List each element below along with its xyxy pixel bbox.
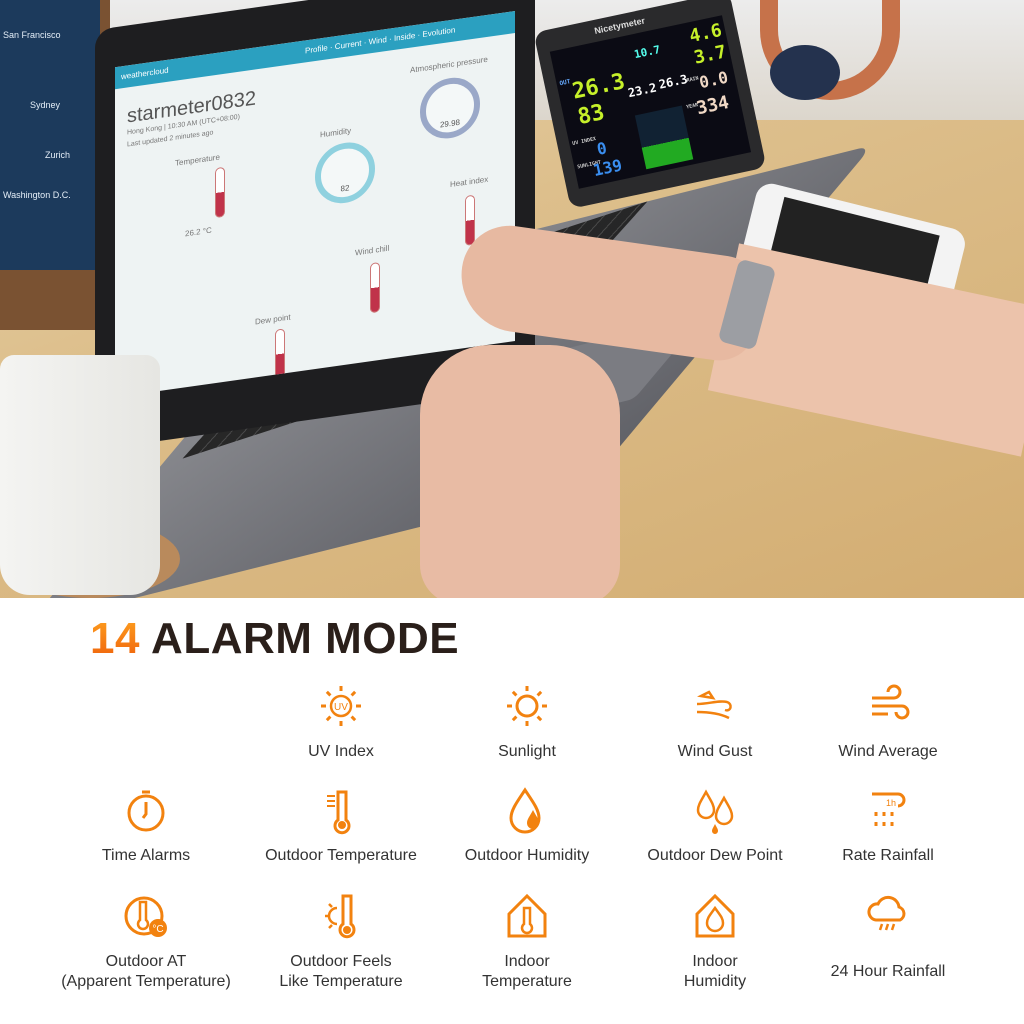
stopwatch-icon [127, 790, 165, 832]
poster-label: Sydney [30, 100, 61, 110]
alarm-mode-item: Outdoor Dew Point [620, 784, 810, 866]
alarm-mode-item: Time Alarms [51, 784, 241, 866]
station-screen: OUT 26.3 83 23.2 26.3 10.7 4.6 3.7 RAIN … [549, 15, 752, 189]
tab[interactable]: Profile [305, 43, 328, 55]
alarm-mode-item: °C Outdoor AT (Apparent Temperature) [51, 890, 241, 992]
alarm-mode-item: 24 Hour Rainfall [793, 890, 983, 982]
humidity-drop-icon [509, 787, 541, 834]
alarm-mode-label: Time Alarms [101, 847, 191, 864]
thermometer-icon [327, 790, 351, 835]
out-humidity: 83 [575, 100, 607, 131]
indoor-temperature-icon [507, 893, 547, 938]
tab[interactable]: Evolution [422, 25, 455, 39]
tab[interactable]: Inside [394, 31, 415, 43]
feels-like-icon [325, 894, 356, 939]
uv-value: 0 [595, 138, 609, 159]
dew-drops-icon [696, 789, 734, 834]
alarm-mode-label: UV Index [308, 743, 374, 760]
alarm-mode-label: Outdoor Humidity [464, 847, 590, 864]
rain-rate: 0.0 [697, 67, 730, 93]
in-temp: 23.2 [626, 80, 658, 101]
uv-sun-icon: UV [321, 686, 361, 726]
sunlight-value: 139 [591, 155, 624, 181]
alarm-mode-label: Wind Gust [677, 743, 753, 760]
rain-year: 334 [694, 91, 731, 120]
city-poster: San Francisco Sydney Washington D.C. Zur… [0, 0, 110, 330]
rain-cloud-icon [867, 895, 906, 931]
alarm-mode-label: Wind Average [838, 743, 938, 760]
alarm-mode-item: Indoor Humidity [620, 890, 810, 992]
alarm-mode-label: Outdoor Dew Point [647, 847, 783, 864]
alarm-mode-item: Outdoor Temperature [246, 784, 436, 866]
apparent-temperature-icon: °C [124, 896, 167, 937]
left-hand [420, 345, 620, 598]
alarm-mode-item: Indoor Temperature [432, 890, 622, 992]
humidity-label: Humidity [320, 126, 352, 140]
dew-point-label: Dew point [255, 312, 291, 327]
svg-text:UV: UV [334, 702, 348, 713]
svg-text:1h: 1h [886, 798, 896, 808]
humidity-gauge: 82 [315, 138, 375, 208]
temperature-thermometer [215, 166, 225, 219]
alarm-mode-label: Indoor Temperature [482, 953, 572, 990]
tab[interactable]: Current [335, 39, 362, 52]
headphone-cup [770, 45, 840, 100]
alarm-mode-label: Outdoor Feels Like Temperature [279, 953, 403, 990]
alarm-mode-item: 1h Rate Rainfall [793, 784, 983, 866]
sun-icon [507, 686, 547, 726]
section-title: 14 ALARM MODE [90, 614, 459, 664]
out-temp: 26.3 [570, 69, 628, 105]
temperature-value: 26.2 °C [185, 225, 212, 239]
wind-icon [872, 684, 910, 720]
poster-label: Zurich [45, 150, 71, 160]
svg-text:°C: °C [152, 924, 163, 935]
pressure-gauge: 29.98 [420, 73, 480, 143]
alarm-mode-label: Rate Rainfall [842, 847, 934, 864]
title-text: ALARM MODE [151, 614, 460, 663]
alarm-mode-item: Outdoor Humidity [432, 784, 622, 866]
alarm-count: 14 [90, 614, 140, 663]
indoor-humidity-icon [695, 893, 735, 938]
alarm-mode-label: 24 Hour Rainfall [830, 963, 946, 980]
product-photo: San Francisco Sydney Washington D.C. Zur… [0, 0, 1024, 598]
alarm-mode-label: Outdoor Temperature [265, 847, 417, 864]
alarm-mode-item: Sunlight [432, 680, 622, 762]
alarm-mode-item: Wind Average [793, 680, 983, 762]
poster-label: Washington D.C. [3, 190, 71, 200]
wind-gust-leaves-icon [696, 690, 732, 720]
forecast-icon [634, 105, 694, 170]
alarm-mode-item: Outdoor Feels Like Temperature [246, 890, 436, 992]
wind-chill-thermometer [370, 261, 380, 314]
feels-temp: 26.3 [657, 71, 689, 92]
hourly-rain-icon: 1h [872, 792, 906, 826]
alarm-mode-label: Indoor Humidity [683, 953, 747, 990]
pressure-label: Atmospheric pressure [410, 54, 488, 75]
tab[interactable]: Wind [369, 35, 387, 47]
weather-station-display: Nicetymeter OUT 26.3 83 23.2 26.3 10.7 4… [533, 0, 767, 209]
alarm-mode-label: Outdoor AT (Apparent Temperature) [61, 953, 231, 990]
wind-direction: 10.7 [632, 42, 662, 62]
laptop-screen: weathercloud Profile · Current · Wind · … [115, 10, 515, 398]
poster-label: San Francisco [3, 30, 61, 40]
dew-point-thermometer [275, 328, 285, 380]
wind-chill-label: Wind chill [355, 243, 390, 258]
nav-tabs: Profile · Current · Wind · Inside · Evol… [305, 25, 456, 56]
heat-index-label: Heat index [450, 174, 489, 190]
coffee-mug [0, 355, 160, 595]
temperature-label: Temperature [175, 152, 220, 168]
brand-logo: weathercloud [121, 65, 169, 82]
heat-index-thermometer [465, 194, 475, 246]
alarm-mode-item: UV UV Index [246, 680, 436, 762]
alarm-mode-label: Sunlight [498, 743, 556, 760]
alarm-mode-item: Wind Gust [620, 680, 810, 762]
uv-label: UV INDEX [571, 136, 597, 148]
